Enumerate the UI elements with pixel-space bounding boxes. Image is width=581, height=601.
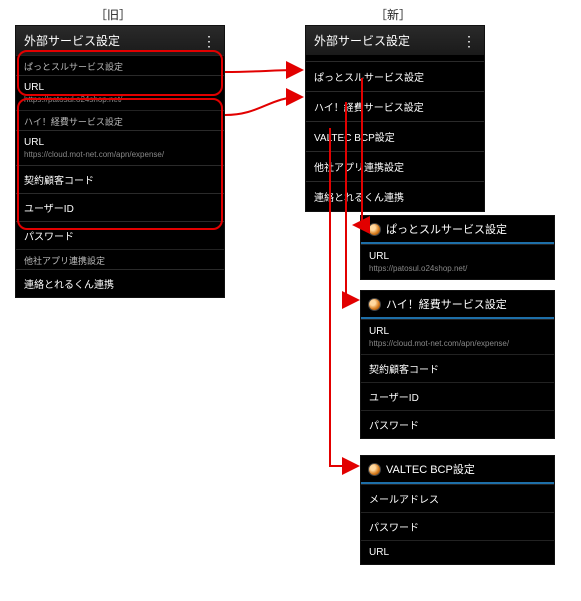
card3-title: VALTEC BCP設定: [386, 461, 475, 477]
field-sub: https://patosul.o24shop.net/: [24, 95, 216, 104]
field-sub: https://cloud.mot-net.com/apn/expense/: [24, 150, 216, 159]
old-titlebar: 外部サービス設定 ⋮: [16, 26, 224, 55]
field-label: 連絡とれるくん連携: [24, 276, 216, 291]
menu-icon[interactable]: ⋮: [462, 37, 476, 45]
new-item-hikeihi[interactable]: ハイ！経費サービス設定: [306, 91, 484, 121]
card3-header: VALTEC BCP設定: [361, 456, 554, 484]
field-label: URL: [369, 251, 546, 262]
new-title: 外部サービス設定: [314, 32, 410, 49]
card3-field-password[interactable]: パスワード: [361, 512, 554, 540]
card3-field-mail[interactable]: メールアドレス: [361, 484, 554, 512]
old-title: 外部サービス設定: [24, 32, 120, 49]
card-hikeihi: ハイ！経費サービス設定 URL https://cloud.mot-net.co…: [360, 290, 555, 439]
card2-field-password[interactable]: パスワード: [361, 410, 554, 438]
new-titlebar: 外部サービス設定 ⋮: [306, 26, 484, 55]
field-label: URL: [24, 137, 216, 148]
old-field-url2[interactable]: URL https://cloud.mot-net.com/apn/expens…: [16, 130, 224, 165]
new-item-other[interactable]: 他社アプリ連携設定: [306, 151, 484, 181]
new-item-valtec[interactable]: VALTEC BCP設定: [306, 121, 484, 151]
label-new: ［新］: [375, 6, 411, 23]
card1-title: ぱっとスルサービス設定: [386, 221, 507, 237]
menu-icon[interactable]: ⋮: [202, 37, 216, 45]
field-label: メールアドレス: [369, 491, 546, 506]
field-label: ユーザーID: [24, 200, 216, 215]
old-field-customer-code[interactable]: 契約顧客コード: [16, 165, 224, 193]
field-label: パスワード: [369, 417, 546, 432]
old-field-password[interactable]: パスワード: [16, 221, 224, 249]
label-old: ［旧］: [95, 6, 131, 23]
old-cat-2: 他社アプリ連携設定: [16, 249, 224, 269]
card1-field-url[interactable]: URL https://patosul.o24shop.net/: [361, 244, 554, 279]
field-label: ユーザーID: [369, 389, 546, 404]
field-label: 契約顧客コード: [369, 361, 546, 376]
field-sub: https://patosul.o24shop.net/: [369, 264, 546, 273]
app-icon: [368, 223, 381, 236]
card2-field-userid[interactable]: ユーザーID: [361, 382, 554, 410]
old-cat-0: ぱっとスルサービス設定: [16, 55, 224, 75]
app-icon: [368, 463, 381, 476]
card2-title: ハイ！経費サービス設定: [386, 296, 507, 312]
card3-field-url[interactable]: URL: [361, 540, 554, 564]
field-label: パスワード: [24, 228, 216, 243]
card2-field-customer-code[interactable]: 契約顧客コード: [361, 354, 554, 382]
card2-field-url[interactable]: URL https://cloud.mot-net.com/apn/expens…: [361, 319, 554, 354]
old-field-url1[interactable]: URL https://patosul.o24shop.net/: [16, 75, 224, 110]
field-label: URL: [369, 326, 546, 337]
new-panel: 外部サービス設定 ⋮ ぱっとスルサービス設定 ハイ！経費サービス設定 VALTE…: [305, 25, 485, 212]
field-label: URL: [24, 82, 216, 93]
card2-header: ハイ！経費サービス設定: [361, 291, 554, 319]
card-patosul: ぱっとスルサービス設定 URL https://patosul.o24shop.…: [360, 215, 555, 280]
field-sub: https://cloud.mot-net.com/apn/expense/: [369, 339, 546, 348]
old-panel: 外部サービス設定 ⋮ ぱっとスルサービス設定 URL https://patos…: [15, 25, 225, 298]
new-item-patosul[interactable]: ぱっとスルサービス設定: [306, 61, 484, 91]
field-label: 契約顧客コード: [24, 172, 216, 187]
card-valtec: VALTEC BCP設定 メールアドレス パスワード URL: [360, 455, 555, 565]
old-field-renraku[interactable]: 連絡とれるくん連携: [16, 269, 224, 297]
old-field-userid[interactable]: ユーザーID: [16, 193, 224, 221]
old-cat-1: ハイ！経費サービス設定: [16, 110, 224, 130]
new-item-renraku[interactable]: 連絡とれるくん連携: [306, 181, 484, 211]
field-label: URL: [369, 547, 546, 558]
card1-header: ぱっとスルサービス設定: [361, 216, 554, 244]
field-label: パスワード: [369, 519, 546, 534]
app-icon: [368, 298, 381, 311]
